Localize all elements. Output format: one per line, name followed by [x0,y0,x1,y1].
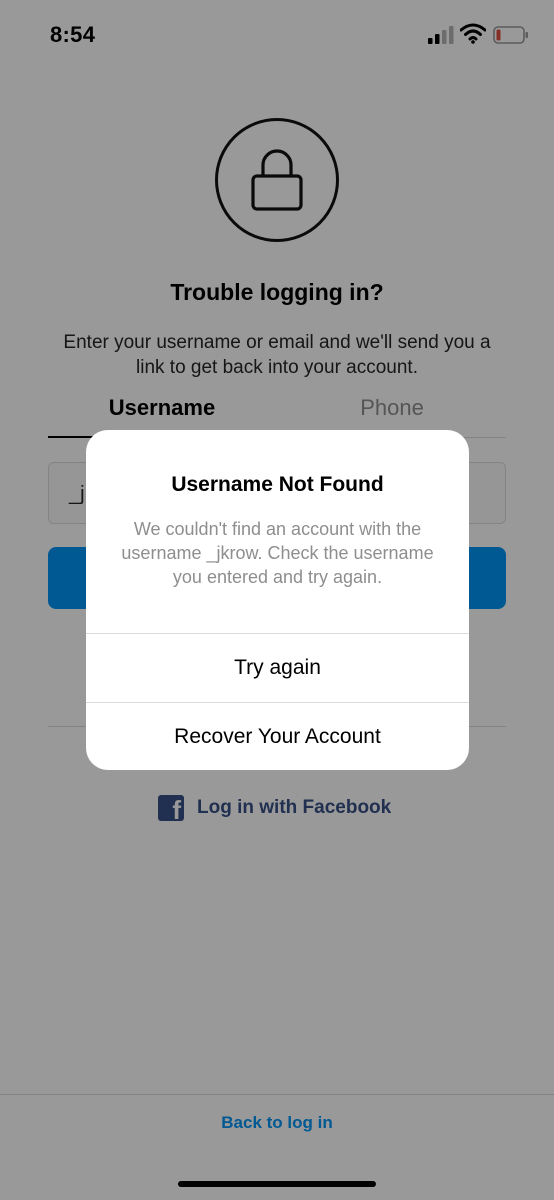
username-not-found-dialog: Username Not Found We couldn't find an a… [86,430,469,770]
try-again-button[interactable]: Try again [86,634,469,702]
recover-account-button[interactable]: Recover Your Account [86,703,469,770]
dialog-message: We couldn't find an account with the use… [121,519,434,587]
dialog-title: Username Not Found [171,473,384,496]
